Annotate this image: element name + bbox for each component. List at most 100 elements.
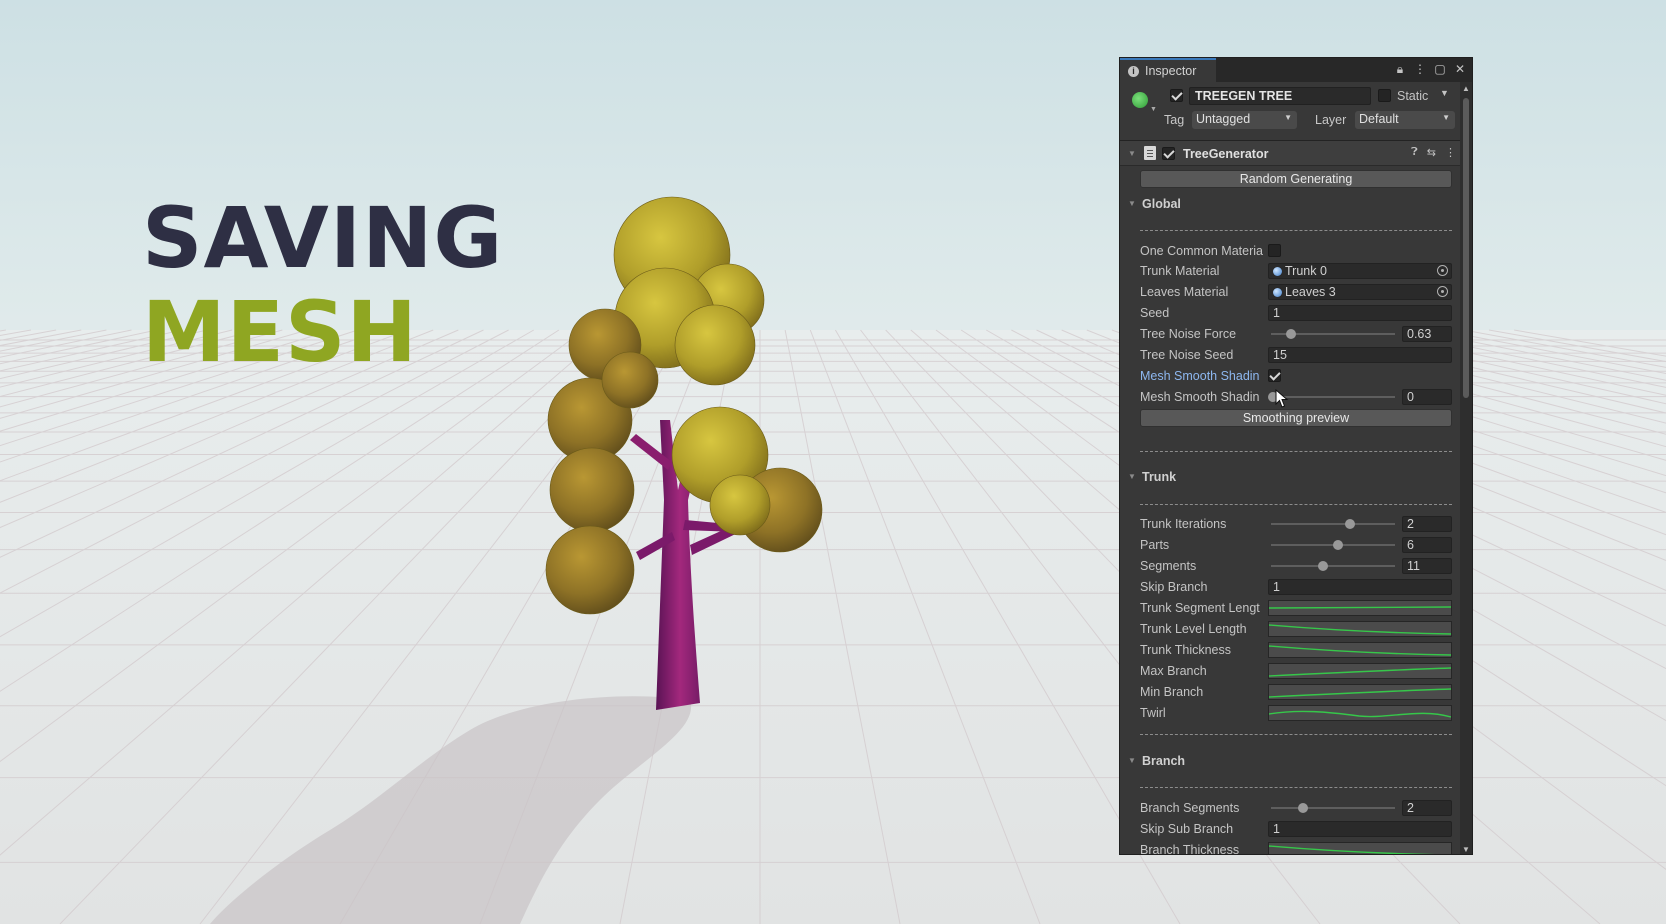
row-label: Parts — [1140, 538, 1170, 552]
chevron-down-icon: ▼ — [1284, 113, 1292, 122]
foldout-arrow-icon[interactable]: ▼ — [1128, 199, 1136, 208]
object-picker-icon[interactable] — [1437, 265, 1448, 276]
active-checkbox[interactable] — [1170, 89, 1183, 102]
mesh-smooth-shading-checkbox[interactable] — [1268, 369, 1281, 382]
tree-noise-seed-field[interactable]: 15 — [1268, 347, 1452, 363]
scroll-up-icon[interactable]: ▲ — [1462, 84, 1470, 93]
seed-field[interactable]: 1 — [1268, 305, 1452, 321]
section-global[interactable]: ▼ Global — [1120, 194, 1462, 214]
inspector-scrollbar[interactable]: ▲ ▼ — [1460, 82, 1472, 854]
curve-preview — [1269, 624, 1451, 635]
row-label: Skip Branch — [1140, 580, 1208, 594]
lock-icon[interactable]: 🔒︎ — [1394, 62, 1406, 77]
skip-branch-field[interactable]: 1 — [1268, 579, 1452, 595]
foldout-arrow-icon[interactable]: ▼ — [1128, 756, 1136, 765]
curve-field[interactable] — [1268, 642, 1452, 658]
curve-line — [1269, 645, 1451, 656]
divider — [1140, 787, 1452, 788]
tab-icons: 🔒︎ ⋮ ▢ ✕ — [1394, 62, 1466, 77]
curve-field[interactable] — [1268, 684, 1452, 700]
slider-handle[interactable] — [1317, 561, 1328, 571]
static-checkbox[interactable] — [1378, 89, 1391, 102]
mesh-smooth-shading-value[interactable]: 0 — [1402, 389, 1452, 405]
row-label: Trunk Level Length — [1140, 622, 1247, 636]
branch-segments-slider[interactable]: 2 — [1268, 800, 1452, 816]
curve-field[interactable] — [1268, 705, 1452, 721]
object-name-field[interactable]: TREEGEN TREE — [1189, 87, 1371, 105]
close-icon[interactable]: ✕ — [1454, 62, 1466, 77]
curve-line — [1269, 667, 1451, 677]
inspector-panel: i Inspector 🔒︎ ⋮ ▢ ✕ ▼ TREEGEN TREE Stat… — [1119, 57, 1473, 855]
leaves-material-value: Leaves 3 — [1285, 285, 1336, 299]
scroll-down-icon[interactable]: ▼ — [1462, 845, 1470, 854]
segments-value[interactable]: 11 — [1402, 558, 1452, 574]
row-curve: Trunk Segment Lengt — [1120, 598, 1462, 618]
tab-inspector[interactable]: i Inspector — [1120, 58, 1216, 82]
curve-field[interactable] — [1268, 663, 1452, 679]
row-label: One Common Materia — [1140, 244, 1263, 258]
trunk-iterations-slider[interactable]: 2 — [1268, 516, 1452, 532]
curve-preview — [1269, 667, 1451, 677]
icon-dropdown-caret-icon[interactable]: ▼ — [1150, 106, 1157, 113]
curve-field[interactable] — [1268, 600, 1452, 616]
slider-handle[interactable] — [1332, 540, 1343, 550]
more-options-icon[interactable]: ⋮ — [1414, 62, 1426, 77]
row-label: Skip Sub Branch — [1140, 822, 1234, 836]
slider-handle[interactable] — [1285, 329, 1296, 339]
row-label: Branch Segments — [1140, 801, 1240, 815]
info-icon: i — [1128, 65, 1139, 77]
help-icon[interactable]: ❓︎ — [1411, 146, 1418, 159]
trunk-iterations-value[interactable]: 2 — [1402, 516, 1452, 532]
slider-handle[interactable] — [1297, 803, 1308, 813]
parts-slider[interactable]: 6 — [1268, 537, 1452, 553]
slider-track — [1271, 396, 1395, 398]
curve-preview — [1269, 845, 1436, 854]
tag-value: Untagged — [1196, 112, 1251, 126]
component-header[interactable]: ▼ TreeGenerator ❓︎ ⇆ ⋮ — [1120, 140, 1462, 166]
branch-segments-value[interactable]: 2 — [1402, 800, 1452, 816]
row-label: Twirl — [1140, 706, 1166, 720]
more-options-icon[interactable]: ⋮ — [1445, 146, 1456, 159]
one-common-material-checkbox[interactable] — [1268, 244, 1281, 257]
random-generating-button[interactable]: Random Generating — [1140, 170, 1452, 188]
trunk-material-value: Trunk 0 — [1285, 264, 1327, 278]
divider — [1140, 230, 1452, 231]
row-label: Trunk Material — [1140, 264, 1220, 278]
foldout-arrow-icon[interactable]: ▼ — [1128, 149, 1136, 158]
tree-noise-force-value[interactable]: 0.63 — [1402, 326, 1452, 342]
gameobject-icon[interactable] — [1132, 92, 1148, 108]
static-dropdown-caret-icon[interactable]: ▼ — [1440, 88, 1449, 98]
skip-sub-branch-field[interactable]: 1 — [1268, 821, 1452, 837]
segments-slider[interactable]: 11 — [1268, 558, 1452, 574]
slider-handle[interactable] — [1344, 519, 1355, 529]
smoothing-preview-button[interactable]: Smoothing preview — [1140, 409, 1452, 427]
maximize-icon[interactable]: ▢ — [1434, 62, 1446, 77]
tag-dropdown[interactable]: Untagged ▼ — [1192, 111, 1297, 129]
scrollbar-thumb[interactable] — [1463, 98, 1469, 398]
curve-line — [1269, 624, 1451, 635]
leaves-material-field[interactable]: Leaves 3 — [1268, 284, 1452, 300]
trunk-material-field[interactable]: Trunk 0 — [1268, 263, 1452, 279]
tree-noise-force-slider[interactable]: 0.63 — [1268, 326, 1452, 342]
curve-preview — [1269, 645, 1451, 656]
component-enabled-checkbox[interactable] — [1162, 147, 1175, 160]
inspector-tabbar: i Inspector 🔒︎ ⋮ ▢ ✕ — [1120, 58, 1472, 82]
parts-value[interactable]: 6 — [1402, 537, 1452, 553]
row-label: Trunk Segment Lengt — [1140, 601, 1260, 615]
row-mesh-smooth-toggle: Mesh Smooth Shadin — [1120, 366, 1462, 386]
curve-field[interactable] — [1268, 842, 1452, 854]
presets-icon[interactable]: ⇆ — [1427, 146, 1436, 159]
row-label: Trunk Iterations — [1140, 517, 1227, 531]
layer-label: Layer — [1315, 113, 1347, 127]
foldout-arrow-icon[interactable]: ▼ — [1128, 472, 1136, 481]
row-mesh-smooth-value: Mesh Smooth Shadin 0 — [1120, 387, 1462, 407]
slider-track — [1271, 565, 1395, 567]
chevron-down-icon: ▼ — [1442, 113, 1450, 122]
curve-preview — [1269, 606, 1451, 609]
curve-field[interactable] — [1268, 621, 1452, 637]
section-branch[interactable]: ▼ Branch — [1120, 751, 1462, 771]
object-picker-icon[interactable] — [1437, 286, 1448, 297]
layer-dropdown[interactable]: Default ▼ — [1355, 111, 1455, 129]
section-trunk[interactable]: ▼ Trunk — [1120, 467, 1462, 487]
mesh-smooth-shading-slider[interactable]: 0 — [1268, 389, 1452, 405]
